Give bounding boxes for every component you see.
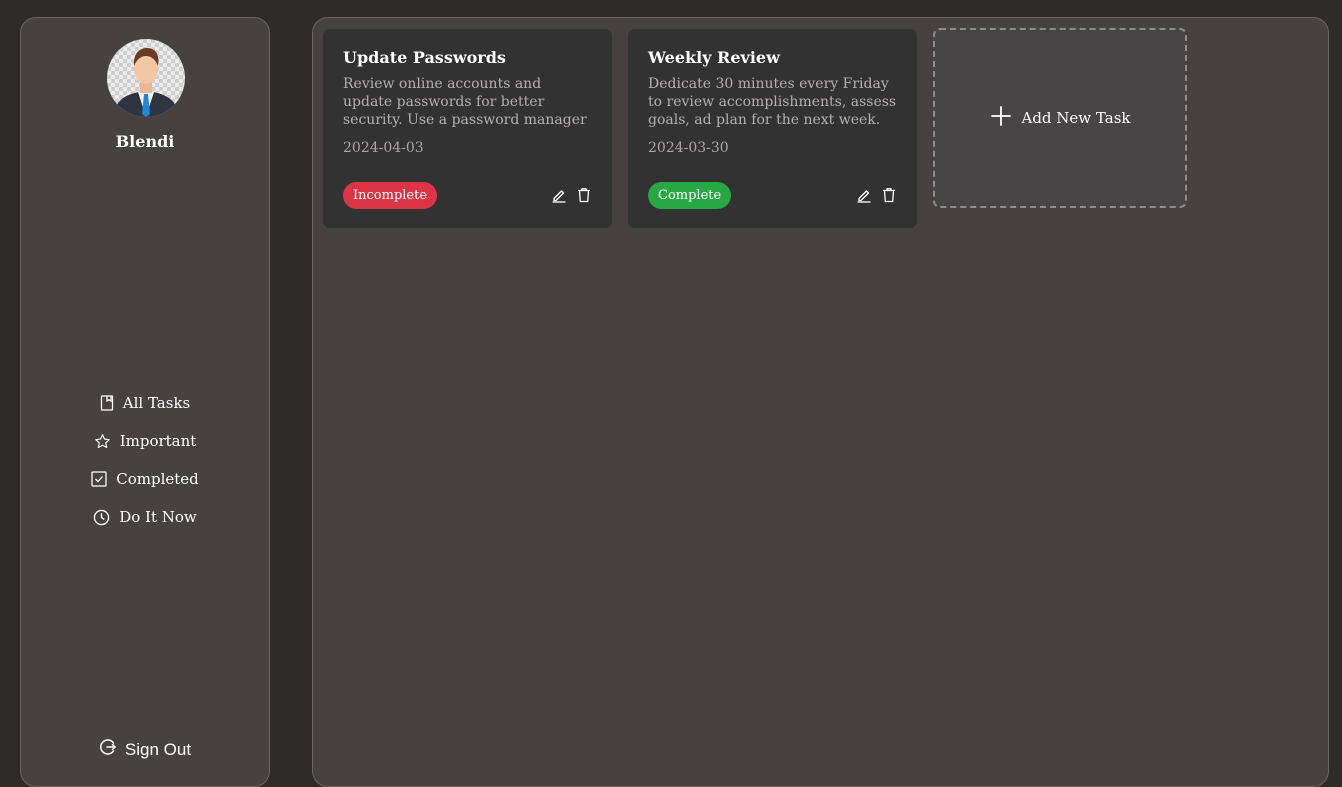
user-avatar (107, 39, 185, 117)
task-footer: Incomplete (343, 181, 592, 209)
trash-icon[interactable] (881, 187, 897, 203)
edit-icon[interactable] (551, 187, 567, 203)
task-actions (856, 187, 897, 203)
trash-icon[interactable] (576, 187, 592, 203)
task-card: Weekly Review Dedicate 30 minutes every … (628, 29, 917, 228)
task-description: Review online accounts and update passwo… (343, 76, 587, 128)
nav-item-label: All Tasks (122, 394, 191, 412)
nav-item-label: Important (119, 432, 197, 450)
task-date: 2024-04-03 (343, 140, 424, 156)
nav-item-label: Completed (116, 470, 199, 488)
task-actions (551, 187, 592, 203)
task-card: Update Passwords Review online accounts … (323, 29, 612, 228)
nav-item-label: Do It Now (119, 508, 197, 526)
task-title: Update Passwords (343, 48, 506, 67)
nav-item-completed[interactable]: Completed (91, 460, 199, 498)
sign-out-button[interactable]: Sign Out (21, 738, 269, 761)
nav-item-all-tasks[interactable]: All Tasks (100, 384, 190, 422)
add-new-task-button[interactable]: Add New Task (933, 28, 1187, 208)
sign-out-label: Sign Out (124, 739, 192, 759)
nav-item-important[interactable]: Important (94, 422, 197, 460)
sidebar-nav: All Tasks Important Completed Do It Now (21, 384, 269, 536)
logout-icon (99, 738, 117, 761)
task-footer: Complete (648, 181, 897, 209)
status-badge[interactable]: Complete (648, 181, 732, 209)
main-content: Update Passwords Review online accounts … (312, 17, 1329, 787)
edit-icon[interactable] (856, 187, 872, 203)
checkbox-icon (91, 471, 107, 487)
task-description: Dedicate 30 minutes every Friday to revi… (648, 76, 897, 128)
status-badge[interactable]: Incomplete (343, 181, 438, 209)
star-icon (94, 433, 111, 450)
task-title: Weekly Review (648, 48, 780, 67)
task-date: 2024-03-30 (648, 140, 729, 156)
add-new-task-label: Add New Task (1021, 109, 1131, 127)
sidebar: Blendi All Tasks Important Completed Do … (20, 17, 270, 787)
bookmark-icon (100, 395, 114, 411)
clock-icon (93, 509, 110, 526)
plus-icon (990, 105, 1012, 131)
nav-item-do-it-now[interactable]: Do It Now (93, 498, 197, 536)
username: Blendi (115, 132, 175, 151)
